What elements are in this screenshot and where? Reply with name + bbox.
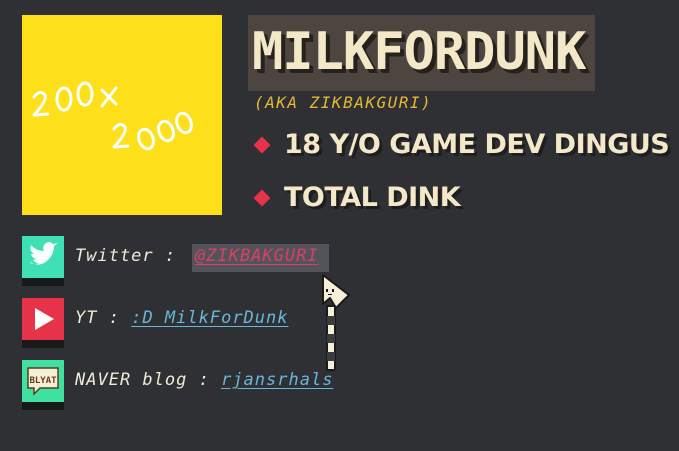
youtube-label: YT : :D MilkForDunk — [75, 308, 289, 328]
icon-shadow — [22, 402, 64, 410]
twitter-label: Twitter : — [75, 246, 177, 266]
youtube-link-row: YT : :D MilkForDunk — [22, 298, 422, 348]
bullet-item-dink: TOTAL DINK — [253, 180, 656, 216]
bullet-text: TOTAL DINK — [284, 182, 461, 213]
bullet-text: 18 Y/O GAME DEV DINGUS — [284, 129, 670, 160]
twitter-link-row: Twitter : @ZIKBAKGURI — [22, 236, 422, 286]
naver-link[interactable]: rjansrhals — [221, 370, 333, 390]
icon-shadow — [22, 278, 64, 286]
twitter-link-text[interactable]: @ZIKBAKGURI — [195, 246, 319, 266]
hand-pointer-cursor-icon — [318, 272, 352, 377]
icon-shadow — [22, 340, 64, 348]
blyat-blog-icon[interactable]: BLYAT — [22, 360, 64, 402]
bullet-item-age: 18 Y/O GAME DEV DINGUS — [253, 127, 670, 163]
naver-link-row: BLYAT NAVER blog : rjansrhals — [22, 360, 422, 410]
blyat-icon-text: BLYAT — [29, 376, 57, 386]
diamond-bullet-icon — [253, 136, 271, 154]
naver-label: NAVER blog : rjansrhals — [75, 370, 333, 390]
profile-aka: (AKA ZIKBAKGURI) — [254, 93, 433, 112]
diamond-bullet-icon — [253, 189, 271, 207]
avatar-placeholder — [22, 15, 222, 215]
twitter-link[interactable]: @ZIKBAKGURI — [192, 244, 329, 272]
profile-name: MILKFORDUNK — [252, 22, 586, 82]
youtube-play-icon[interactable] — [22, 298, 64, 340]
youtube-label-text: YT : — [75, 308, 120, 328]
twitter-bird-icon[interactable] — [22, 236, 64, 278]
youtube-link[interactable]: :D MilkForDunk — [131, 308, 288, 328]
naver-label-text: NAVER blog : — [75, 370, 210, 390]
